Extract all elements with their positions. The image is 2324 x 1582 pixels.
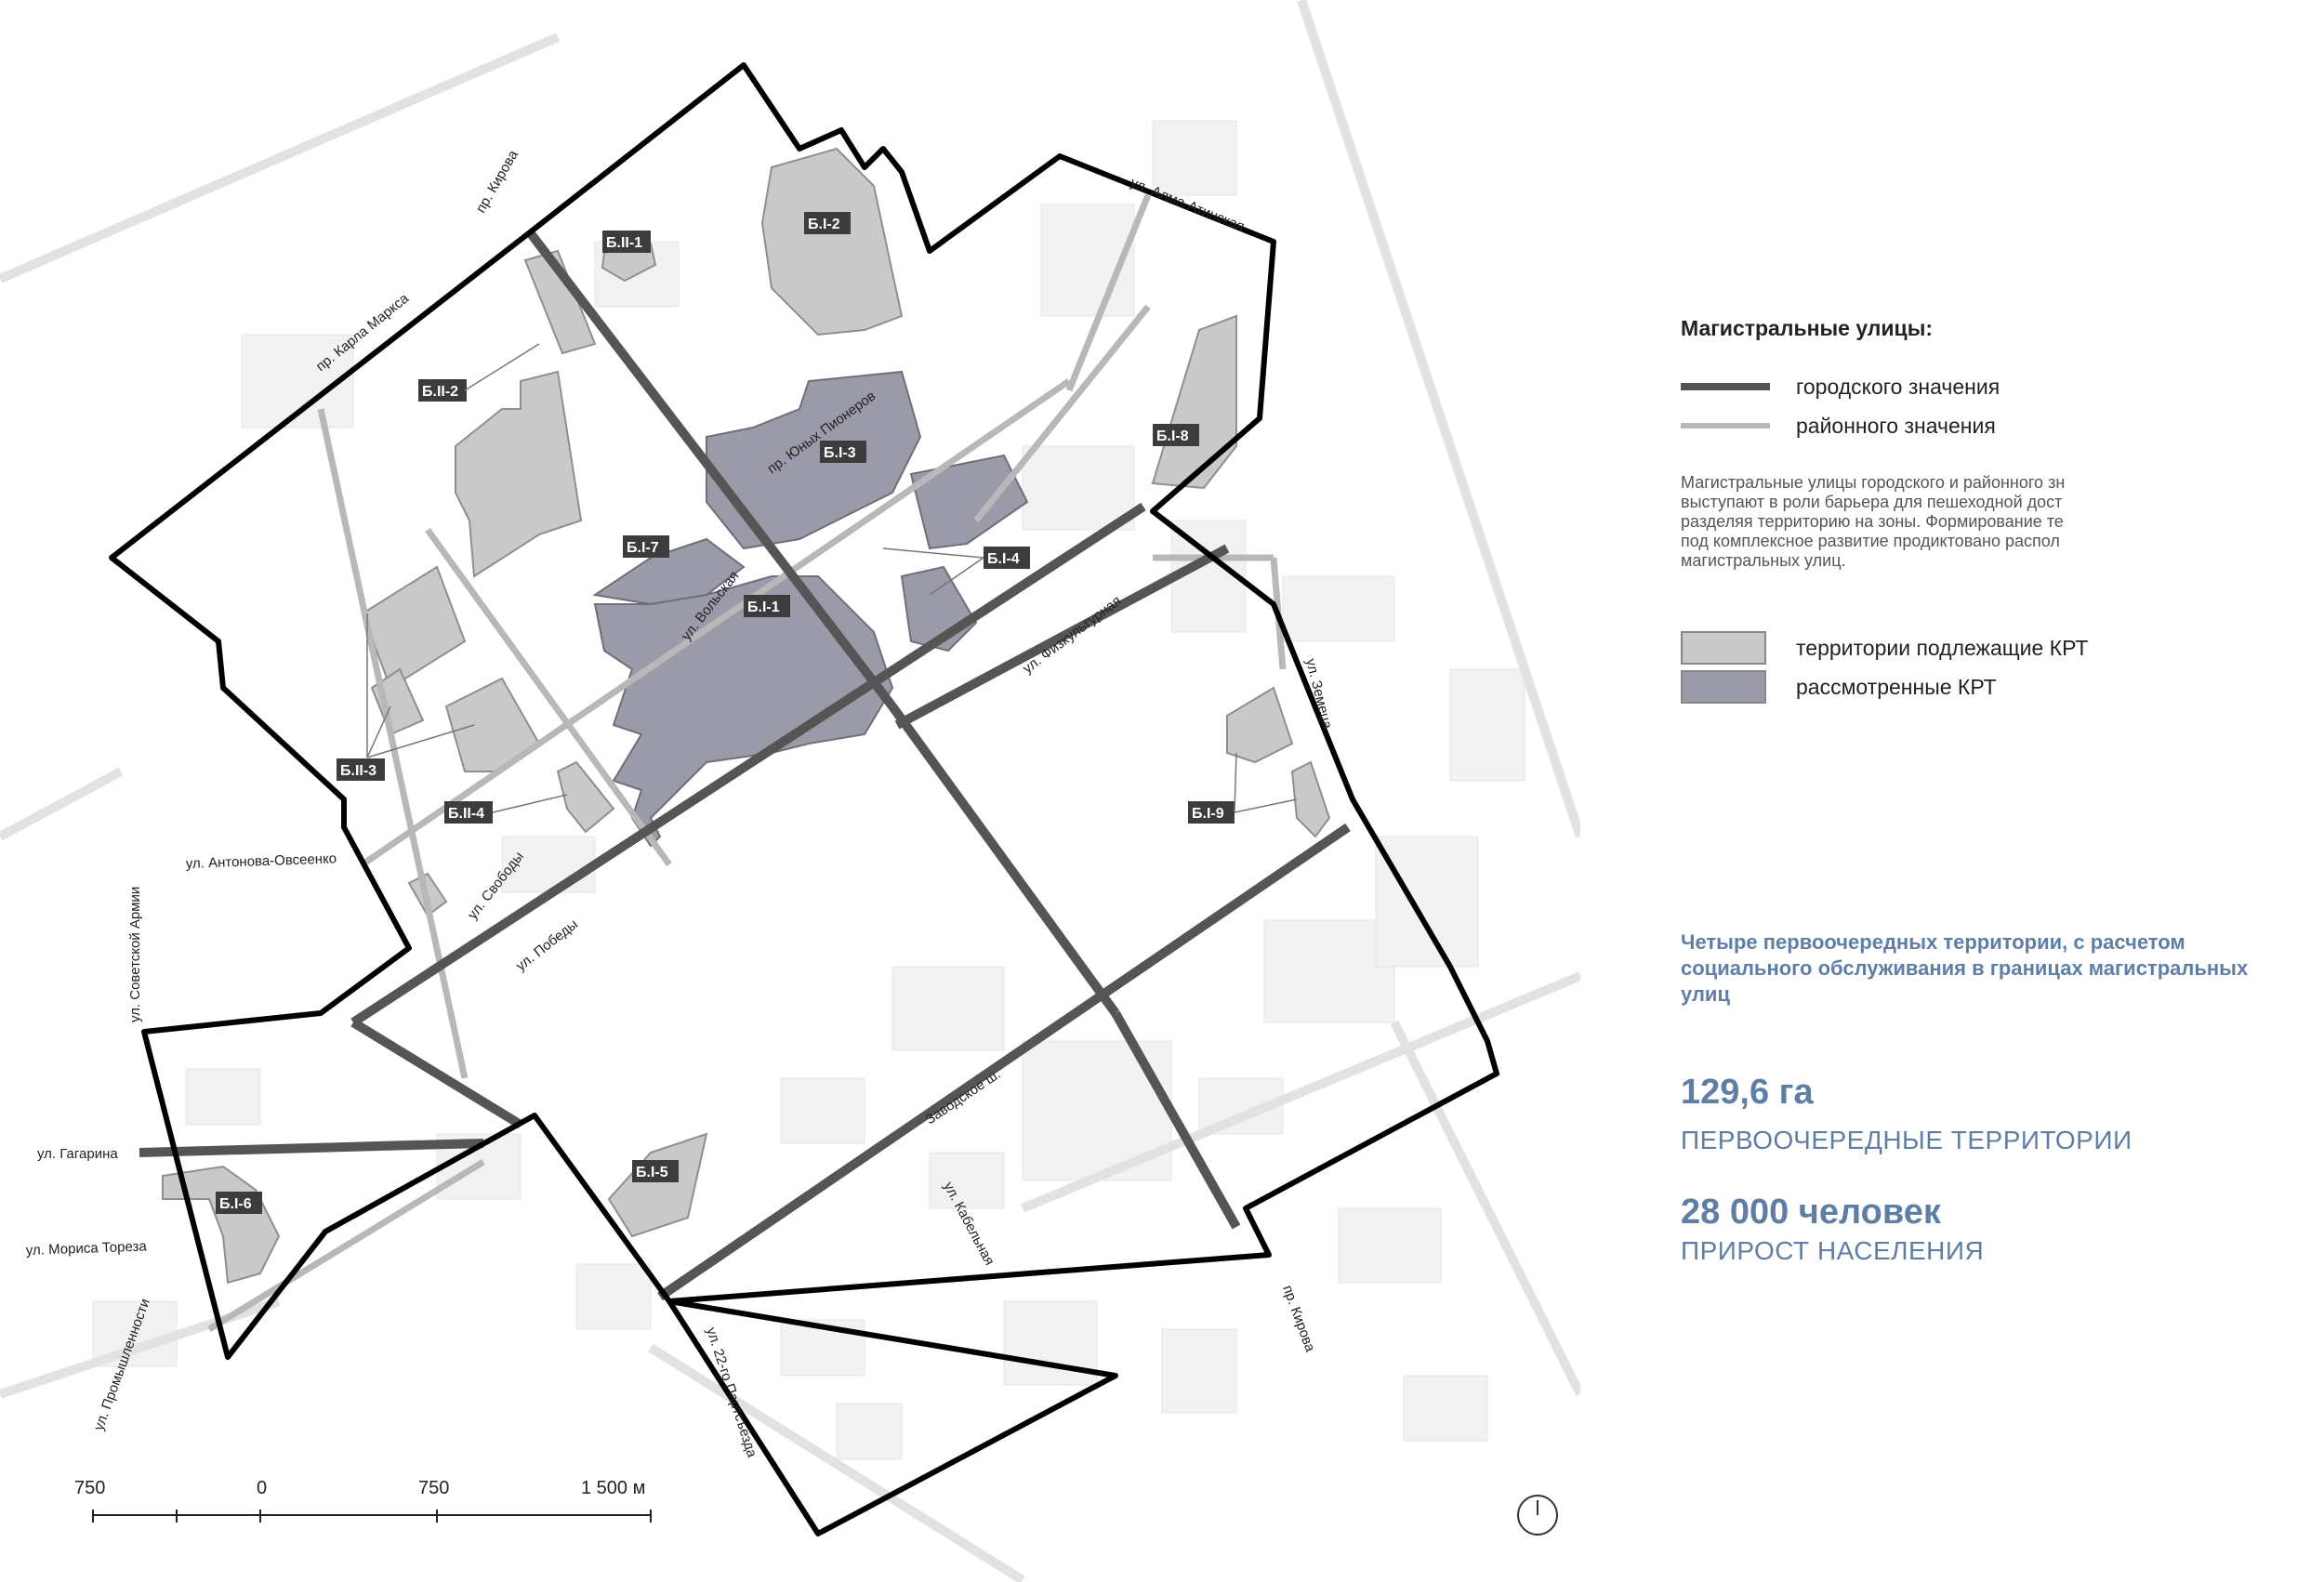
zone-b-i-8-area[interactable] bbox=[1151, 314, 1237, 490]
zone-b-i-9-area[interactable] bbox=[1226, 686, 1294, 764]
zone-tag[interactable]: Б.I-3 bbox=[820, 441, 866, 463]
street-label: ул. Мориса Тореза bbox=[26, 1238, 148, 1259]
legend-label: территории подлежащие КРТ bbox=[1796, 635, 2089, 660]
scale-label: 750 bbox=[418, 1478, 450, 1498]
legend-swatch-krt: территории подлежащие КРТ bbox=[1681, 628, 2276, 667]
svg-text:Б.I-4: Б.I-4 bbox=[987, 551, 1020, 567]
legend-line-district bbox=[1681, 423, 1770, 428]
street-label: пр. Кирова bbox=[1279, 1284, 1318, 1355]
zone-b-i-9b-area[interactable] bbox=[1290, 760, 1331, 838]
legend-desc-line: Магистральные улицы городского и районно… bbox=[1681, 473, 2066, 492]
scale-label: 0 bbox=[257, 1478, 268, 1498]
svg-text:Б.I-7: Б.I-7 bbox=[627, 540, 659, 556]
zone-tag[interactable]: Б.I-1 bbox=[744, 595, 790, 617]
zone-tag[interactable]: Б.II-3 bbox=[337, 758, 385, 781]
scale-label: 1 500 м bbox=[581, 1478, 646, 1498]
legend: Магистральные улицы: городского значения… bbox=[1681, 316, 2276, 706]
svg-text:Б.II-3: Б.II-3 bbox=[340, 763, 376, 779]
zone-tag[interactable]: Б.I-6 bbox=[216, 1192, 262, 1214]
legend-row-city: городского значения bbox=[1681, 367, 2276, 406]
street-label: пр. Кирова bbox=[473, 147, 522, 216]
zone-b-ii-3c-area[interactable] bbox=[444, 677, 541, 772]
map-area[interactable]: пр. Кирова пр. Карла Маркса ул. Алма-Ати… bbox=[0, 0, 1580, 1582]
legend-desc-line: выступают в роли барьера для пешеходной … bbox=[1681, 493, 2063, 511]
legend-label: рассмотренные КРТ bbox=[1796, 674, 1997, 699]
zone-tag[interactable]: Б.I-8 bbox=[1153, 424, 1199, 446]
zone-tag[interactable]: Б.I-4 bbox=[984, 547, 1030, 569]
legend-desc-line: разделяя территорию на зоны. Формировани… bbox=[1681, 512, 2064, 531]
scale-bar: 750 0 750 1 500 м bbox=[74, 1478, 669, 1534]
zone-tag[interactable]: Б.II-1 bbox=[602, 231, 651, 253]
legend-label: районного значения bbox=[1796, 413, 1996, 438]
legend-title: Магистральные улицы: bbox=[1681, 316, 1933, 340]
map-canvas[interactable]: пр. Кирова пр. Карла Маркса ул. Алма-Ати… bbox=[0, 0, 1580, 1582]
legend-swatches: территории подлежащие КРТ рассмотренные … bbox=[1681, 628, 2276, 706]
zone-b-i-6-area[interactable] bbox=[162, 1165, 281, 1285]
legend-row-district: районного значения bbox=[1681, 406, 2276, 445]
zone-b-i-5-area[interactable] bbox=[607, 1132, 708, 1238]
svg-text:Б.I-5: Б.I-5 bbox=[636, 1165, 668, 1180]
zone-tag[interactable]: Б.I-9 bbox=[1188, 801, 1235, 824]
zone-tag[interactable]: Б.I-2 bbox=[804, 212, 851, 234]
zone-b-i-3-area[interactable] bbox=[706, 370, 922, 550]
zone-b-i-2-area[interactable] bbox=[760, 147, 904, 336]
stat-area-value: 129,6 га bbox=[1681, 1073, 1814, 1112]
stats-lead: Четыре первоочередных территории, с расч… bbox=[1681, 930, 2249, 1006]
svg-text:Б.II-2: Б.II-2 bbox=[422, 384, 458, 400]
stat-pop-value: 28 000 человек bbox=[1681, 1193, 1941, 1232]
street-label: ул. Победы bbox=[513, 916, 581, 974]
svg-text:Б.I-1: Б.I-1 bbox=[747, 600, 780, 615]
stat-pop-caption: ПРИРОСТ НАСЕЛЕНИЯ bbox=[1681, 1236, 1985, 1265]
zone-tag[interactable]: Б.I-7 bbox=[623, 535, 669, 558]
zone-b-ii-2b-area[interactable] bbox=[455, 370, 583, 578]
street-label: ул. Гагарина bbox=[37, 1146, 118, 1162]
svg-text:Б.II-4: Б.II-4 bbox=[448, 806, 484, 822]
scale-line bbox=[92, 1509, 652, 1523]
legend-label: городского значения bbox=[1796, 374, 2000, 399]
stat-area-caption: ПЕРВООЧЕРЕДНЫЕ ТЕРРИТОРИИ bbox=[1681, 1126, 2133, 1154]
svg-text:Б.I-8: Б.I-8 bbox=[1156, 428, 1189, 444]
svg-text:Б.I-3: Б.I-3 bbox=[824, 445, 856, 461]
street-label: ул. 22-го Партсъезда bbox=[703, 1325, 759, 1460]
scale-label: 750 bbox=[74, 1478, 106, 1498]
swatch-considered bbox=[1681, 670, 1766, 704]
svg-text:Б.I-9: Б.I-9 bbox=[1192, 806, 1224, 822]
street-label: ул. Советской Армии bbox=[127, 887, 143, 1022]
north-arrow-icon bbox=[1517, 1495, 1558, 1536]
legend-desc-line: магистральных улиц. bbox=[1681, 551, 1846, 570]
svg-text:Б.I-2: Б.I-2 bbox=[808, 217, 840, 232]
svg-text:Б.II-1: Б.II-1 bbox=[606, 235, 642, 251]
zone-b-i-4-area[interactable] bbox=[909, 454, 1029, 550]
stats-panel: Четыре первоочередных территории, с расч… bbox=[1681, 929, 2294, 1266]
svg-text:Б.I-6: Б.I-6 bbox=[219, 1196, 252, 1212]
street-label: Заводское ш. bbox=[923, 1066, 1004, 1127]
street-label: ул. Физкультурная bbox=[1020, 593, 1124, 677]
zone-tag[interactable]: Б.II-4 bbox=[444, 801, 493, 824]
zone-tag[interactable]: Б.I-5 bbox=[632, 1160, 679, 1182]
legend-description: Магистральные улицы городского и районно… bbox=[1681, 473, 2136, 571]
legend-swatch-considered: рассмотренные КРТ bbox=[1681, 667, 2276, 706]
street-label: ул. Антонова-Овсеенко bbox=[186, 850, 337, 872]
legend-desc-line: под комплексное развитие продиктовано ра… bbox=[1681, 532, 2060, 550]
legend-line-city bbox=[1681, 383, 1770, 390]
swatch-krt bbox=[1681, 631, 1766, 665]
zone-tag[interactable]: Б.II-2 bbox=[418, 379, 467, 402]
